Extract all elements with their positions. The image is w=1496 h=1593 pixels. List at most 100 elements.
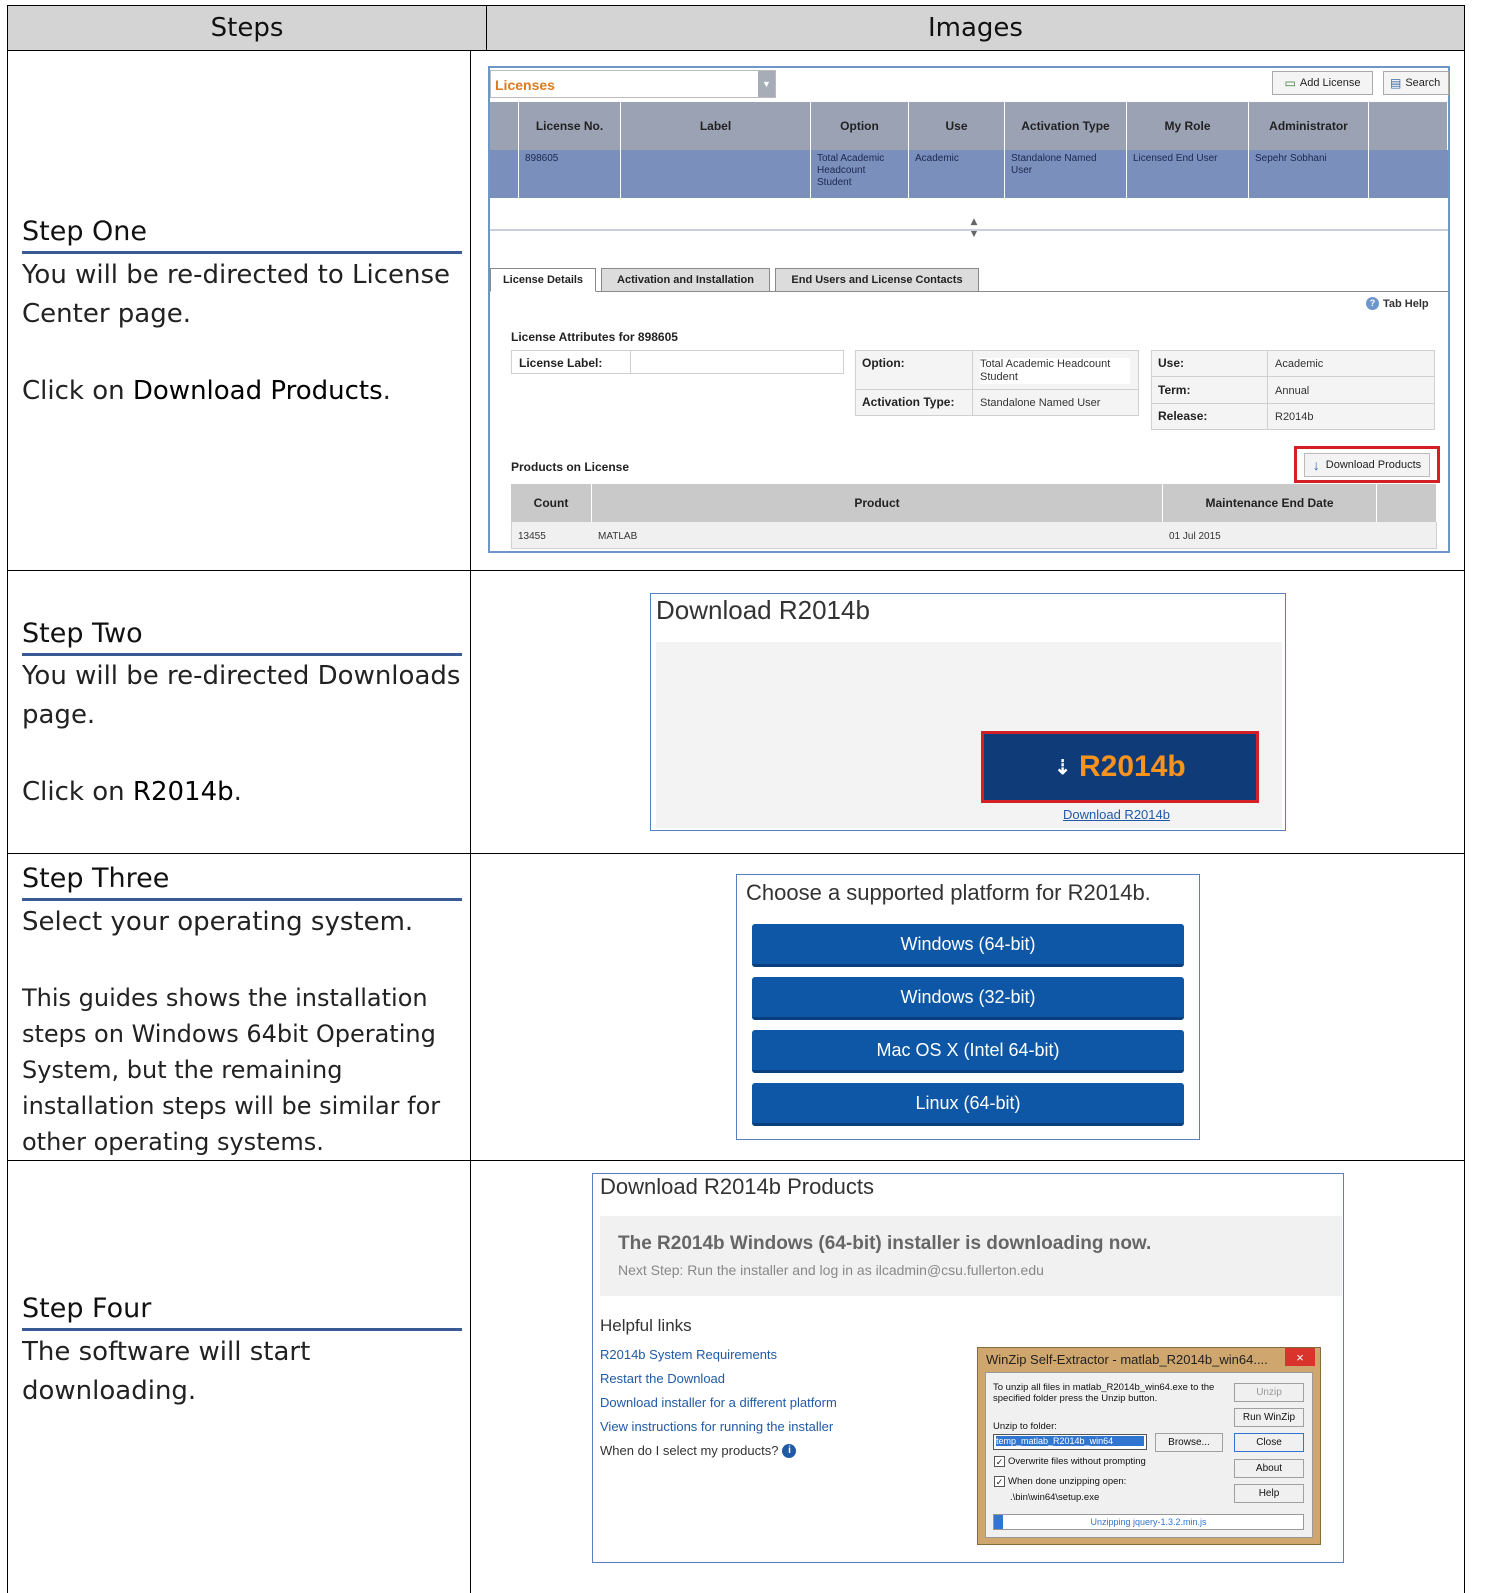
next-step-text: Next Step: Run the installer and log in … bbox=[618, 1262, 1044, 1278]
tab-activation-installation[interactable]: Activation and Installation bbox=[601, 268, 770, 292]
link-different-platform[interactable]: Download installer for a different platf… bbox=[600, 1395, 837, 1410]
tab-help-link[interactable]: ? Tab Help bbox=[1366, 297, 1429, 310]
grid-line bbox=[7, 5, 1465, 6]
platform-windows-64-button[interactable]: Windows (64-bit) bbox=[752, 924, 1184, 967]
release-label: Release: bbox=[1158, 409, 1208, 423]
grid-header-activation-type[interactable]: Activation Type bbox=[1005, 102, 1127, 150]
grid-line bbox=[7, 50, 1465, 51]
add-license-icon: ▭ bbox=[1284, 76, 1296, 90]
search-button[interactable]: ▤ Search bbox=[1383, 71, 1449, 95]
license-label-field[interactable] bbox=[632, 351, 842, 373]
product-header-product[interactable]: Product bbox=[592, 484, 1163, 522]
grid-line bbox=[1464, 5, 1465, 1593]
search-icon: ▤ bbox=[1390, 76, 1402, 90]
platform-mac-button[interactable]: Mac OS X (Intel 64-bit) bbox=[752, 1030, 1184, 1073]
product-name: MATLAB bbox=[598, 531, 638, 542]
grid-header-license-no[interactable]: License No. bbox=[519, 102, 621, 150]
winzip-folder-input[interactable]: temp_matlab_R2014b_win64 bbox=[993, 1434, 1147, 1450]
step-one-body: You will be re-directed to License Cente… bbox=[22, 256, 467, 411]
product-maintenance-date: 01 Jul 2015 bbox=[1169, 531, 1221, 542]
help-icon: ? bbox=[1366, 297, 1379, 310]
download-notice-text: The R2014b Windows (64-bit) installer is… bbox=[618, 1233, 1152, 1254]
platform-title: Choose a supported platform for R2014b. bbox=[746, 880, 1151, 905]
winzip-close-button[interactable]: × bbox=[1285, 1348, 1315, 1366]
grid-cell-license-no[interactable]: 898605 bbox=[519, 150, 621, 198]
link-running-instructions[interactable]: View instructions for running the instal… bbox=[600, 1419, 833, 1434]
grid-header-my-role[interactable]: My Role bbox=[1127, 102, 1249, 150]
link-restart-download[interactable]: Restart the Download bbox=[600, 1371, 725, 1386]
attr-option-vdivider bbox=[972, 350, 973, 416]
winzip-about-button[interactable]: About bbox=[1234, 1459, 1304, 1478]
step-two-body: You will be re-directed Downloads page. … bbox=[22, 657, 467, 812]
winzip-open-path: .\bin\win64\setup.exe bbox=[1010, 1492, 1100, 1503]
grid-header-use[interactable]: Use bbox=[909, 102, 1005, 150]
tab-license-details[interactable]: License Details bbox=[490, 268, 596, 292]
add-license-button[interactable]: ▭ Add License bbox=[1272, 71, 1373, 95]
grid-header-administrator[interactable]: Administrator bbox=[1249, 102, 1369, 150]
splitter-line bbox=[490, 229, 1448, 231]
download-notice-panel bbox=[600, 1216, 1342, 1296]
winzip-unzip-to-label: Unzip to folder: bbox=[993, 1421, 1057, 1432]
grid-line bbox=[7, 853, 1465, 854]
link-select-products[interactable]: When do I select my products? i bbox=[600, 1443, 797, 1458]
grid-cell-label[interactable] bbox=[621, 150, 811, 198]
download-r2014b-link[interactable]: Download R2014b bbox=[1063, 807, 1170, 822]
grid-cell-administrator[interactable]: Sepehr Sobhani bbox=[1249, 150, 1369, 198]
step-two-title: Step Two bbox=[22, 618, 462, 656]
grid-header-option[interactable]: Option bbox=[811, 102, 909, 150]
dropdown-arrow-icon[interactable]: ▼ bbox=[758, 71, 775, 97]
step-one-line: You will be re-directed to License Cente… bbox=[22, 260, 451, 329]
platform-windows-32-button[interactable]: Windows (32-bit) bbox=[752, 977, 1184, 1020]
download-arrow-icon: ↓ bbox=[1312, 456, 1320, 473]
platform-linux-button[interactable]: Linux (64-bit) bbox=[752, 1083, 1184, 1126]
step-one-title: Step One bbox=[22, 216, 462, 254]
licenses-dropdown[interactable]: Licenses ▼ bbox=[490, 70, 776, 98]
helpful-links-title: Helpful links bbox=[600, 1316, 692, 1335]
attributes-title: License Attributes for 898605 bbox=[511, 330, 678, 344]
winzip-browse-button[interactable]: Browse... bbox=[1155, 1433, 1223, 1452]
term-value: Annual bbox=[1275, 385, 1310, 397]
step-one-action: Click on Download Products. bbox=[22, 376, 391, 406]
step-three-note: This guides shows the installation steps… bbox=[22, 984, 441, 1156]
header-images: Images bbox=[487, 6, 1464, 50]
winzip-run-winzip-button[interactable]: Run WinZip bbox=[1234, 1408, 1304, 1427]
link-system-requirements[interactable]: R2014b System Requirements bbox=[600, 1347, 777, 1362]
download-products-button[interactable]: ↓ Download Products bbox=[1294, 446, 1440, 483]
header-steps: Steps bbox=[8, 6, 486, 50]
checkbox-checked-icon: ✓ bbox=[994, 1456, 1005, 1467]
product-header-maintenance[interactable]: Maintenance End Date bbox=[1163, 484, 1377, 522]
r2014b-download-button[interactable]: ⇣ R2014b bbox=[981, 731, 1259, 803]
grid-line bbox=[7, 1160, 1465, 1161]
winzip-progress-text: Unzipping jquery-1.3.2.min.js bbox=[1090, 1517, 1207, 1527]
activation-type-label: Activation Type: bbox=[862, 395, 955, 409]
checkbox-checked-icon: ✓ bbox=[994, 1476, 1005, 1487]
download-arrow-icon: ⇣ bbox=[1054, 756, 1072, 779]
grid-cell-activation-type[interactable]: Standalone Named User bbox=[1005, 150, 1127, 198]
winzip-help-button[interactable]: Help bbox=[1234, 1484, 1304, 1503]
step-two-line: You will be re-directed Downloads page. bbox=[22, 661, 461, 730]
product-header-count[interactable]: Count bbox=[511, 484, 592, 522]
attr-option-divider bbox=[855, 389, 1139, 390]
term-label: Term: bbox=[1158, 383, 1191, 397]
attr-use-vdivider bbox=[1267, 350, 1268, 430]
grid-line bbox=[486, 5, 487, 50]
step-four-title: Step Four bbox=[22, 1293, 462, 1331]
grid-header-label[interactable]: Label bbox=[621, 102, 811, 150]
winzip-when-done-checkbox[interactable]: ✓ When done unzipping open: bbox=[994, 1476, 1126, 1487]
tab-end-users-contacts[interactable]: End Users and License Contacts bbox=[775, 268, 979, 292]
option-value: Total Academic Headcount Student bbox=[980, 358, 1130, 384]
grid-cell-spacer bbox=[490, 150, 519, 198]
grid-cell-option[interactable]: Total Academic Headcount Student bbox=[811, 150, 909, 198]
attr-use-divider bbox=[1151, 376, 1435, 377]
grid-cell-use[interactable]: Academic bbox=[909, 150, 1005, 198]
use-value: Academic bbox=[1275, 358, 1324, 370]
step-three-body: Select your operating system. This guide… bbox=[22, 903, 467, 1160]
product-count: 13455 bbox=[518, 531, 546, 542]
winzip-unzip-button[interactable]: Unzip bbox=[1234, 1383, 1304, 1402]
winzip-close-dialog-button[interactable]: Close bbox=[1234, 1433, 1304, 1452]
products-on-license-title: Products on License bbox=[511, 460, 630, 474]
winzip-overwrite-checkbox[interactable]: ✓ Overwrite files without prompting bbox=[994, 1456, 1146, 1467]
activation-type-value: Standalone Named User bbox=[980, 397, 1101, 409]
winzip-title: WinZip Self-Extractor - matlab_R2014b_wi… bbox=[986, 1352, 1268, 1367]
grid-cell-my-role[interactable]: Licensed End User bbox=[1127, 150, 1249, 198]
